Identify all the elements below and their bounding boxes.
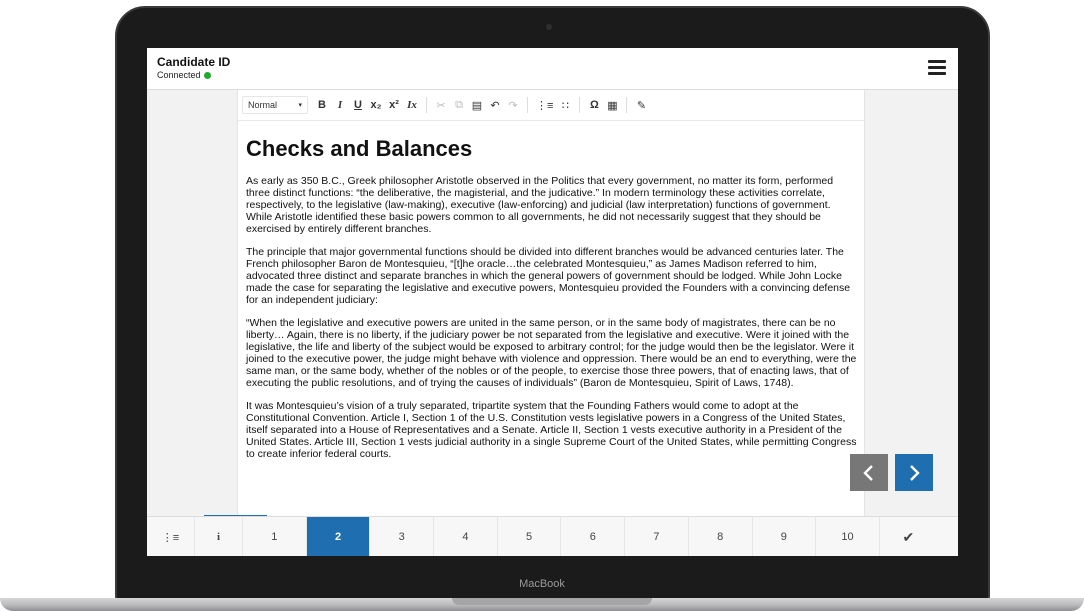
toolbar-divider	[626, 97, 628, 113]
omega-icon[interactable]: Ω	[586, 96, 602, 114]
document-editor[interactable]: Normal ▾ B I U x₂ x² Ix ✂ ⧉ ▤ ↶ ↷ ⋮≡ ∷ Ω	[237, 90, 865, 516]
page-button-5[interactable]: 5	[497, 517, 562, 556]
document-paragraph: “When the legislative and executive powe…	[246, 317, 857, 389]
editor-toolbar: Normal ▾ B I U x₂ x² Ix ✂ ⧉ ▤ ↶ ↷ ⋮≡ ∷ Ω	[242, 94, 852, 116]
italic-button[interactable]: I	[332, 96, 348, 114]
page-button-1[interactable]: 1	[243, 517, 307, 556]
page-button-4[interactable]: 4	[434, 517, 498, 556]
review-list-icon[interactable]: ⋮≡	[147, 517, 195, 556]
underline-button[interactable]: U	[350, 96, 366, 114]
table-icon[interactable]: ▦	[604, 96, 620, 114]
previous-page-button[interactable]	[850, 454, 888, 491]
document-paragraph: As early as 350 B.C., Greek philosopher …	[246, 175, 834, 235]
connection-status: Connected	[157, 70, 211, 80]
style-select[interactable]: Normal ▾	[242, 96, 308, 114]
pencil-icon[interactable]: ✎	[633, 96, 649, 114]
chevron-right-icon	[910, 464, 920, 481]
page-button-8[interactable]: 8	[688, 517, 753, 556]
document-content[interactable]: Checks and Balances As early as 350 B.C.…	[238, 120, 864, 471]
bulleted-list-icon[interactable]: ∷	[557, 96, 573, 114]
top-bar: Candidate ID Connected	[147, 48, 958, 90]
next-page-button[interactable]	[895, 454, 933, 491]
document-title: Checks and Balances	[246, 136, 473, 161]
info-button[interactable]: i	[195, 517, 243, 556]
redo-icon[interactable]: ↷	[505, 96, 521, 114]
dropdown-caret-icon: ▾	[298, 102, 302, 109]
device-brand-label: MacBook	[519, 578, 565, 590]
undo-icon[interactable]: ↶	[487, 96, 503, 114]
toolbar-divider	[426, 97, 427, 113]
connection-status-text: Connected	[157, 70, 201, 80]
page-button-3[interactable]: 3	[370, 517, 435, 556]
hamburger-menu-icon[interactable]	[928, 60, 946, 76]
paste-icon[interactable]: ▤	[469, 96, 485, 114]
toolbar-divider	[527, 97, 528, 113]
numbered-list-icon[interactable]: ⋮≡	[534, 96, 555, 114]
remove-format-button[interactable]: Ix	[404, 96, 420, 114]
toolbar-divider	[579, 97, 581, 113]
page-button-6[interactable]: 6	[561, 517, 626, 556]
chevron-left-icon	[863, 464, 873, 481]
page-navigation-bar: ⋮≡ i 1 2 3 4 5 6 7 8 9 10 ✔	[147, 516, 958, 556]
page-button-7[interactable]: 7	[625, 517, 689, 556]
superscript-button[interactable]: x²	[386, 96, 402, 114]
document-paragraph: The principle that major governmental fu…	[246, 246, 851, 306]
screen: Candidate ID Connected Normal ▾ B I U x₂…	[147, 48, 958, 556]
connected-dot-icon	[203, 72, 211, 79]
document-paragraph: It was Montesquieu’s vision of a truly s…	[246, 400, 857, 460]
style-select-value: Normal	[248, 100, 278, 110]
laptop-notch	[452, 598, 652, 605]
subscript-button[interactable]: x₂	[368, 96, 384, 114]
copy-icon[interactable]: ⧉	[451, 96, 467, 114]
page-button-10[interactable]: 10	[816, 517, 880, 556]
submit-checkmark-icon[interactable]: ✔	[879, 517, 937, 556]
page-button-9[interactable]: 9	[752, 517, 817, 556]
workspace: Normal ▾ B I U x₂ x² Ix ✂ ⧉ ▤ ↶ ↷ ⋮≡ ∷ Ω	[147, 90, 958, 516]
page-button-2[interactable]: 2	[306, 517, 371, 556]
bold-button[interactable]: B	[314, 96, 330, 114]
cut-icon[interactable]: ✂	[433, 96, 449, 114]
camera-icon	[546, 24, 552, 30]
candidate-id-label: Candidate ID	[157, 55, 231, 69]
